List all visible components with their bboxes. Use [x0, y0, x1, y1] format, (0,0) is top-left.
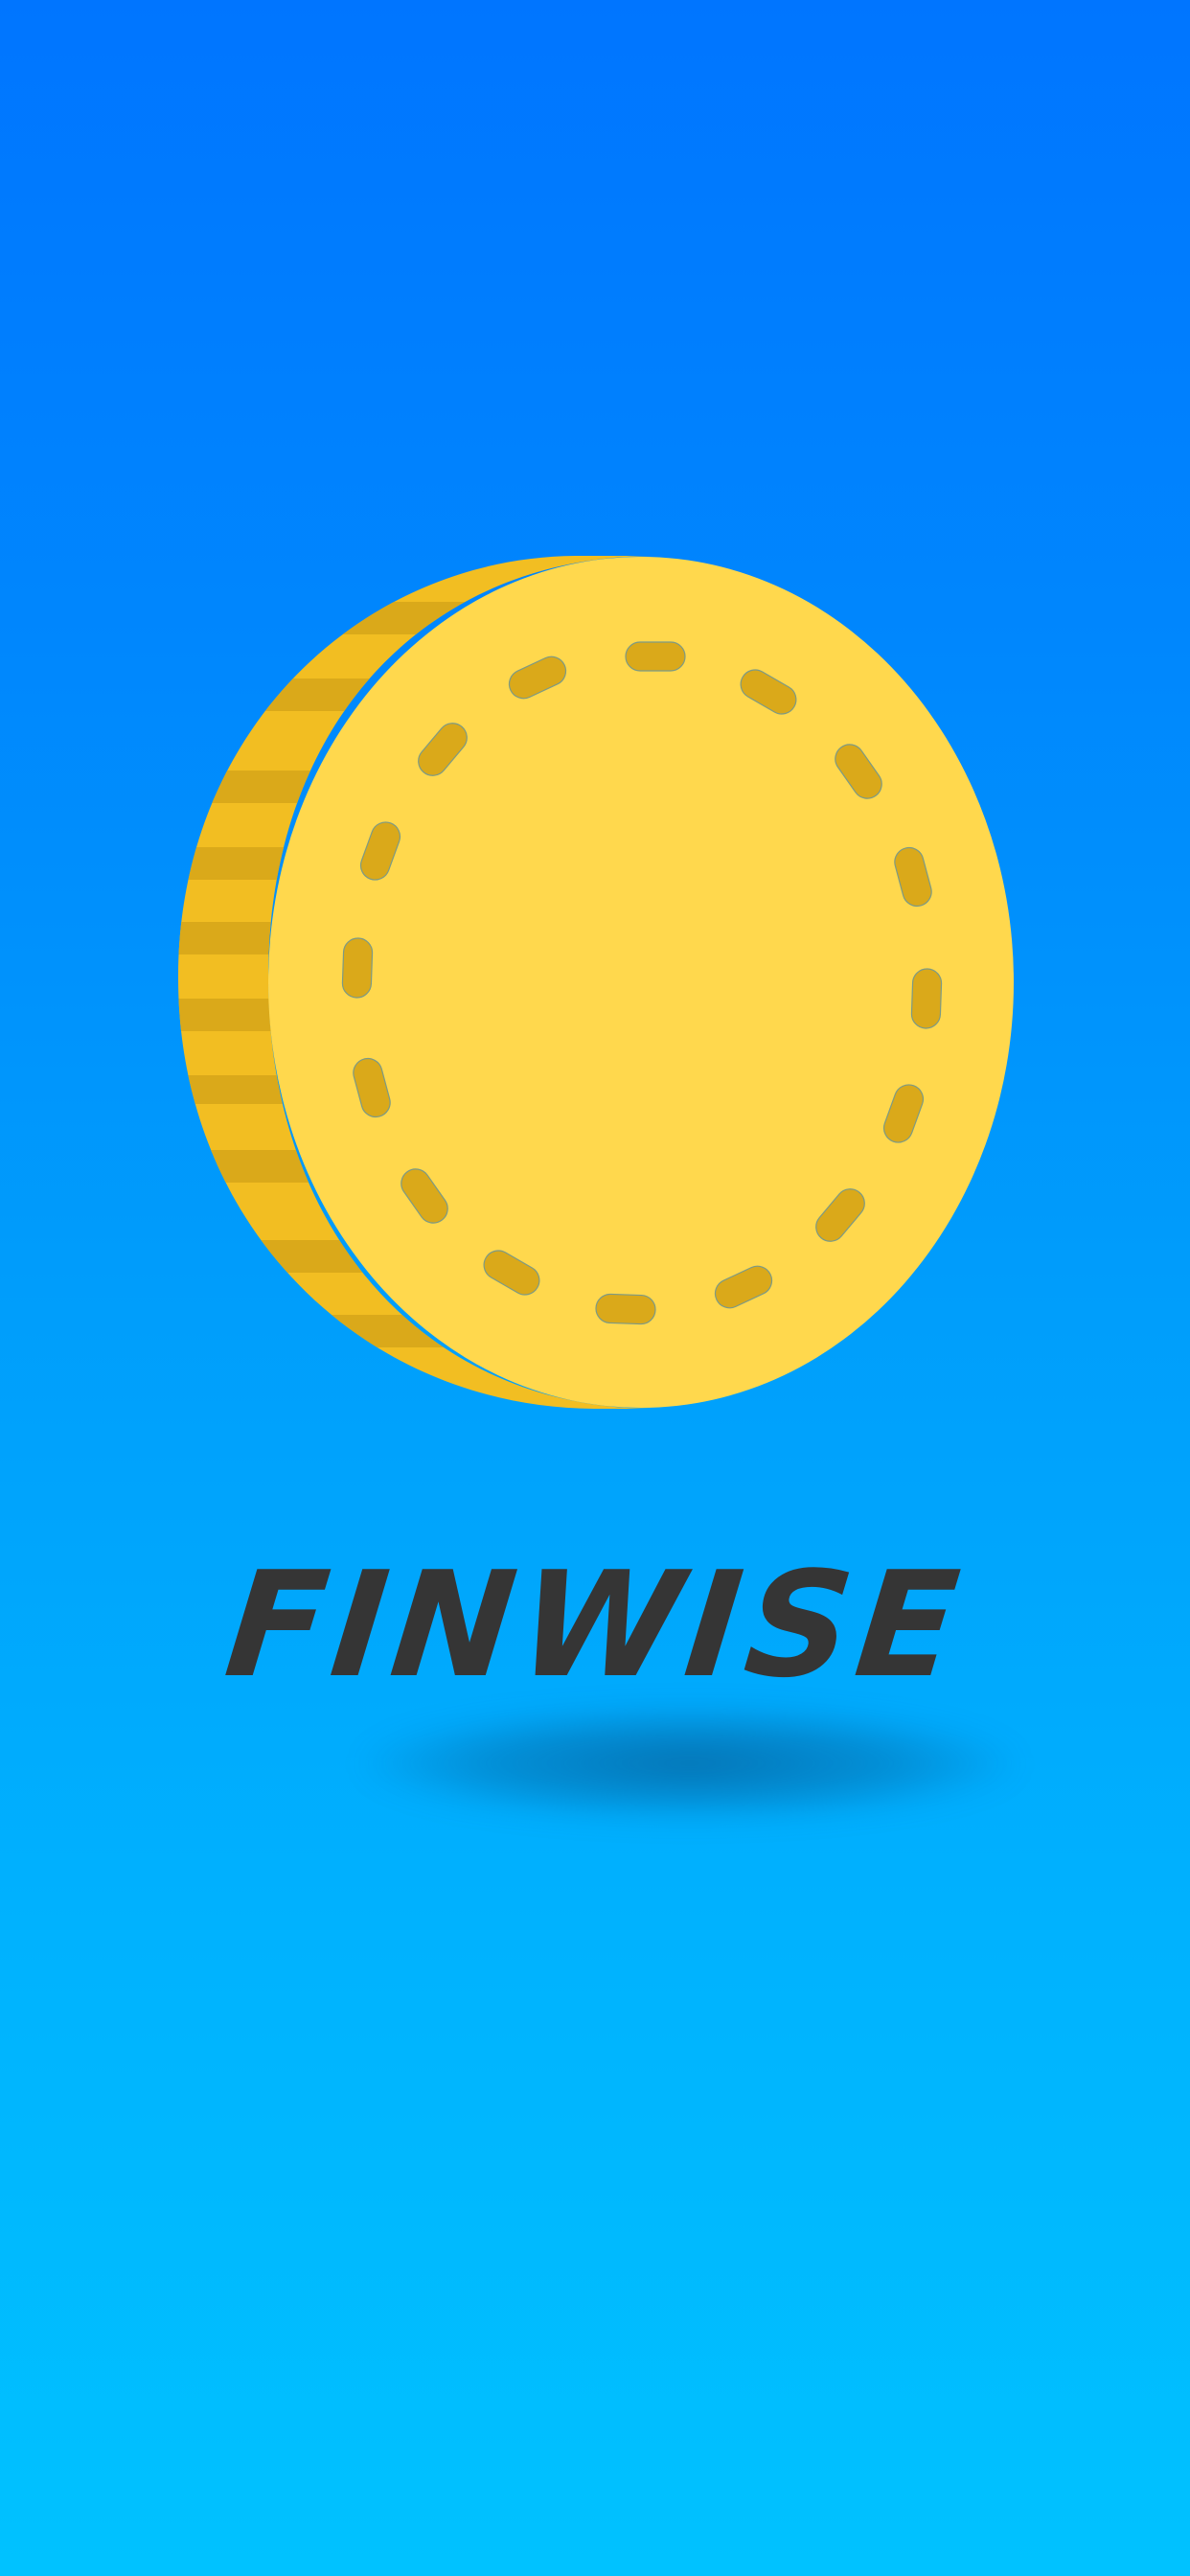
app-wordmark: FINWISE — [218, 1540, 972, 1710]
gold-coin-icon — [178, 556, 1014, 1409]
splash-screen: FINWISE — [0, 0, 1190, 2576]
wordmark-shadow — [359, 1706, 1020, 1821]
coin-face — [268, 557, 1014, 1408]
